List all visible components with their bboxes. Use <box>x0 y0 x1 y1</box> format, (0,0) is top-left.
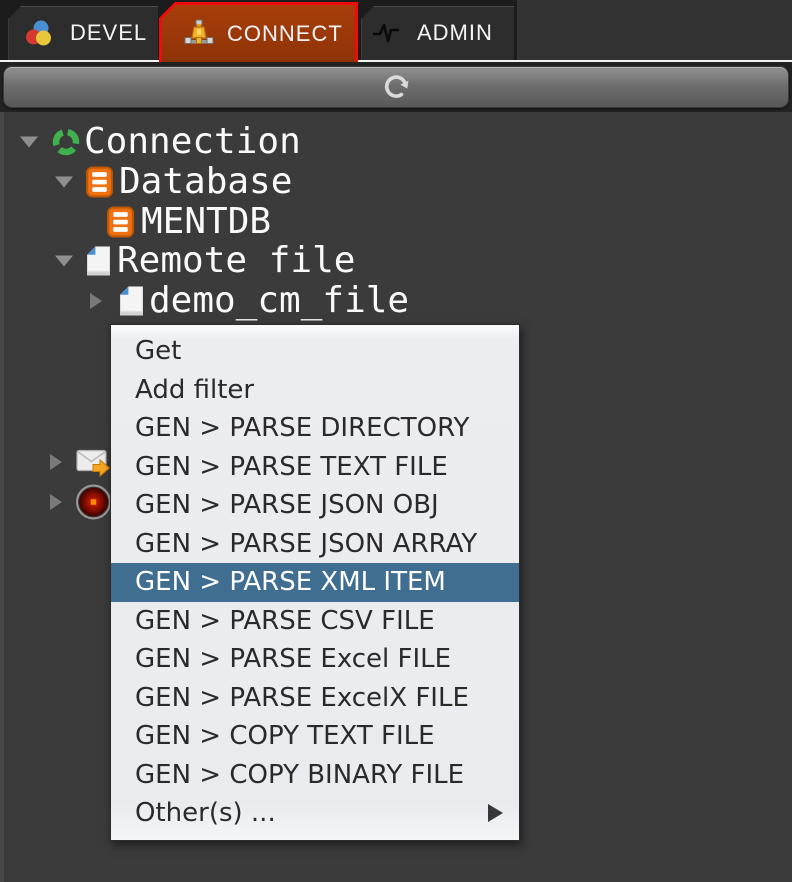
record-icon <box>75 484 112 521</box>
submenu-arrow-icon <box>488 804 503 823</box>
tree-row-database[interactable]: Database <box>0 162 792 202</box>
tab-connect-label: CONNECT <box>227 20 343 46</box>
tree-label: MENTDB <box>141 201 272 242</box>
refresh-button[interactable] <box>3 66 789 108</box>
menu-item-parse-json-array[interactable]: GEN > PARSE JSON ARRAY <box>111 525 519 564</box>
expander-right-icon[interactable] <box>90 293 102 309</box>
tab-bar: DEVEL CONNECT ADMIN <box>0 0 792 62</box>
expander-down-icon[interactable] <box>20 136 38 148</box>
expander-down-icon[interactable] <box>55 176 73 188</box>
tree-label: Connection <box>84 121 301 162</box>
tab-devel[interactable]: DEVEL <box>8 6 158 60</box>
menu-item-parse-text-file[interactable]: GEN > PARSE TEXT FILE <box>111 448 519 487</box>
palette-icon <box>24 18 54 48</box>
tab-admin[interactable]: ADMIN <box>361 6 514 60</box>
tab-connect[interactable]: CONNECT <box>159 2 358 62</box>
refresh-icon <box>380 71 412 103</box>
tree-label: Database <box>119 161 293 202</box>
toolbar <box>0 62 792 112</box>
tree-label: demo_cm_file <box>149 280 410 321</box>
database-icon <box>86 166 113 198</box>
tab-admin-label: ADMIN <box>417 20 493 45</box>
menu-item-get[interactable]: Get <box>111 332 519 371</box>
menu-item-parse-xml-item[interactable]: GEN > PARSE XML ITEM <box>111 563 519 602</box>
network-icon <box>184 19 214 49</box>
file-icon <box>86 246 111 277</box>
tree-row-remote-file[interactable]: Remote file <box>0 241 792 281</box>
app-window: DEVEL CONNECT ADMIN Connection Database … <box>0 0 792 882</box>
menu-item-add-filter[interactable]: Add filter <box>111 371 519 410</box>
tree-row-mentdb[interactable]: MENTDB <box>0 202 792 242</box>
menu-item-copy-text-file[interactable]: GEN > COPY TEXT FILE <box>111 717 519 756</box>
tab-devel-label: DEVEL <box>70 20 148 45</box>
file-icon <box>119 286 144 317</box>
menu-item-parse-excelx-file[interactable]: GEN > PARSE ExcelX FILE <box>111 679 519 718</box>
menu-item-parse-excel-file[interactable]: GEN > PARSE Excel FILE <box>111 640 519 679</box>
menu-item-others[interactable]: Other(s) ... <box>111 794 519 833</box>
menu-item-parse-directory[interactable]: GEN > PARSE DIRECTORY <box>111 409 519 448</box>
tree-row-demo-cm-file[interactable]: demo_cm_file <box>0 281 792 321</box>
menu-item-parse-csv-file[interactable]: GEN > PARSE CSV FILE <box>111 602 519 641</box>
tree-row-connection[interactable]: Connection <box>0 122 792 162</box>
database-icon <box>107 206 134 238</box>
menu-item-parse-json-obj[interactable]: GEN > PARSE JSON OBJ <box>111 486 519 525</box>
pulse-icon <box>371 18 401 48</box>
expander-right-icon[interactable] <box>50 494 62 510</box>
connection-icon <box>50 126 82 158</box>
mail-icon <box>76 447 111 478</box>
tab-connect-inner: CONNECT <box>162 5 355 62</box>
menu-item-copy-binary-file[interactable]: GEN > COPY BINARY FILE <box>111 756 519 795</box>
tree-label: Remote file <box>117 240 356 281</box>
menu-item-others-label: Other(s) ... <box>135 798 276 828</box>
expander-right-icon[interactable] <box>50 454 62 470</box>
expander-down-icon[interactable] <box>55 255 73 267</box>
context-menu: Get Add filter GEN > PARSE DIRECTORY GEN… <box>110 324 520 841</box>
tabbar-filler <box>517 0 792 60</box>
